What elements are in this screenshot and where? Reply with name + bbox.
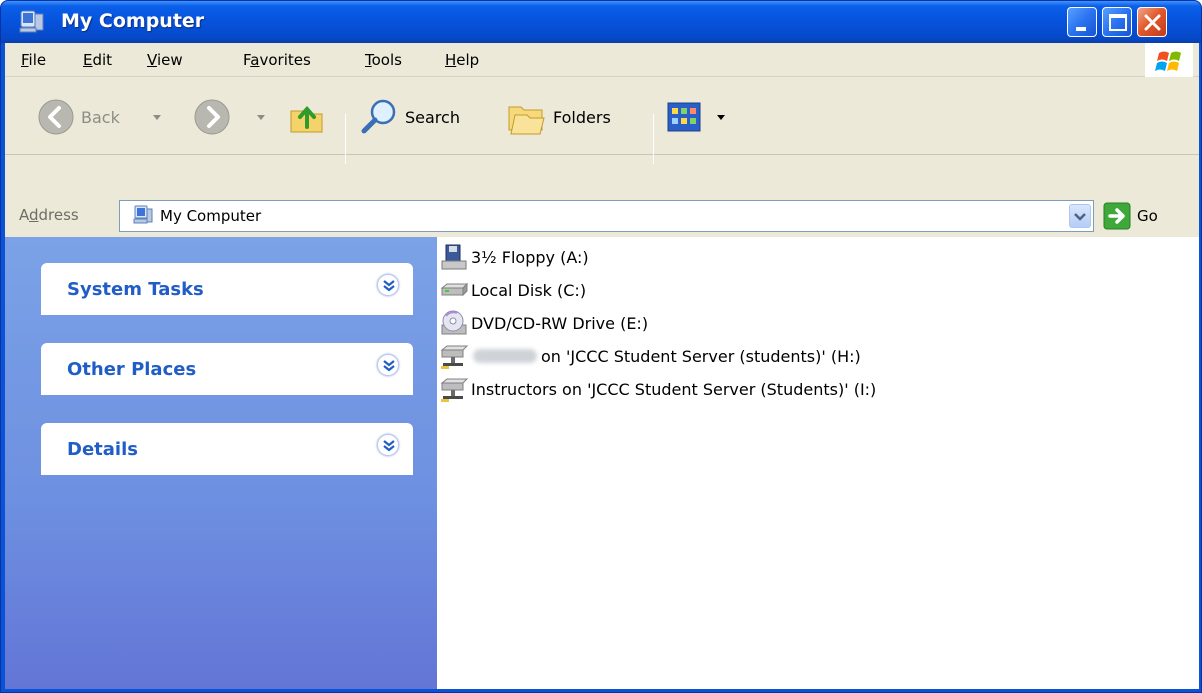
- details-title: Details: [67, 439, 138, 460]
- go-button[interactable]: Go: [1103, 202, 1158, 230]
- menu-favorites-label: vorites: [259, 51, 311, 69]
- forward-button[interactable]: [193, 98, 231, 136]
- drive-name: Local Disk (C:): [471, 280, 587, 300]
- minimize-button[interactable]: [1067, 7, 1097, 37]
- double-chevron-down-icon: [383, 360, 395, 372]
- toolbar-separator: [345, 114, 346, 164]
- back-arrow-icon: [38, 99, 74, 135]
- expand-button[interactable]: [377, 434, 399, 456]
- maximize-icon: [1109, 14, 1127, 31]
- menu-tools-label: ools: [371, 51, 402, 69]
- close-icon: [1144, 14, 1161, 31]
- menu-help-label: elp: [456, 51, 480, 69]
- views-icon: [667, 102, 701, 132]
- standard-buttons: Back Search Folders: [5, 77, 1199, 164]
- list-item[interactable]: 3½ Floppy (A:): [437, 241, 589, 273]
- expand-button[interactable]: [377, 274, 399, 296]
- double-chevron-down-icon: [383, 280, 395, 292]
- drive-name: 3½ Floppy (A:): [471, 247, 589, 267]
- system-tasks-title: System Tasks: [67, 279, 204, 300]
- forward-dropdown-arrow[interactable]: [257, 115, 265, 120]
- file-list: 3½ Floppy (A:) Local Disk (C:) DVD/CD-RW…: [437, 237, 1199, 689]
- forward-arrow-icon: [194, 99, 230, 135]
- address-value: My Computer: [160, 207, 262, 225]
- menu-help-accel: H: [445, 51, 457, 69]
- menu-bar: File Edit View Favorites Tools Help: [5, 43, 1199, 77]
- other-places-title: Other Places: [67, 359, 197, 380]
- task-pane: System Tasks Other Places Details: [5, 237, 437, 689]
- go-label: Go: [1137, 207, 1158, 225]
- title-bar[interactable]: My Computer: [1, 1, 1201, 43]
- go-arrow-icon: [1103, 202, 1131, 230]
- menu-view-accel: V: [147, 51, 157, 69]
- list-item[interactable]: DVD/CD-RW Drive (E:): [437, 307, 648, 339]
- search-button[interactable]: Search: [359, 97, 460, 137]
- system-tasks-panel[interactable]: System Tasks: [41, 263, 413, 315]
- up-folder-button[interactable]: [287, 97, 327, 137]
- folders-label: Folders: [553, 107, 611, 127]
- floppy-drive-icon: [441, 244, 467, 270]
- list-item[interactable]: Local Disk (C:): [437, 274, 586, 306]
- redacted-username: [473, 349, 537, 363]
- minimize-icon: [1076, 27, 1086, 31]
- views-button[interactable]: [667, 102, 701, 132]
- explorer-window: My Computer File Edit View Favorites Too…: [0, 0, 1202, 693]
- drive-name: on 'JCCC Student Server (students)' (H:): [541, 346, 861, 366]
- folders-button[interactable]: Folders: [505, 97, 611, 137]
- address-input[interactable]: My Computer: [119, 200, 1094, 232]
- menu-file-label: ile: [28, 51, 47, 69]
- menu-help[interactable]: Help: [445, 51, 479, 69]
- list-item[interactable]: on 'JCCC Student Server (students)' (H:): [437, 340, 861, 372]
- menu-edit[interactable]: Edit: [83, 51, 112, 69]
- menu-favorites[interactable]: Favorites: [243, 51, 311, 69]
- window-title: My Computer: [61, 10, 205, 32]
- search-label: Search: [405, 107, 460, 127]
- network-drive-icon: [440, 378, 469, 402]
- address-label: Address: [19, 206, 79, 224]
- address-bar: Address My Computer Go: [5, 197, 1199, 237]
- menu-file-accel: F: [21, 51, 29, 69]
- menu-tools-accel: T: [365, 51, 372, 69]
- toolbar: Back Search Folders Address My Computer …: [5, 77, 1199, 237]
- network-drive-icon: [440, 345, 469, 369]
- double-chevron-down-icon: [383, 440, 395, 452]
- menu-view[interactable]: View: [147, 51, 183, 69]
- chevron-down-icon: [1074, 213, 1086, 221]
- list-item[interactable]: Instructors on 'JCCC Student Server (Stu…: [437, 373, 876, 405]
- expand-button[interactable]: [377, 354, 399, 376]
- back-dropdown-arrow[interactable]: [153, 115, 161, 120]
- back-label: Back: [81, 107, 120, 127]
- drive-name: DVD/CD-RW Drive (E:): [471, 313, 649, 333]
- search-icon: [361, 99, 396, 134]
- back-button[interactable]: Back: [37, 98, 120, 136]
- my-computer-icon: [19, 10, 44, 33]
- maximize-button[interactable]: [1102, 7, 1132, 37]
- windows-flag-icon: [1155, 51, 1181, 71]
- windows-logo: [1145, 43, 1193, 77]
- up-folder-icon: [290, 105, 323, 133]
- details-panel[interactable]: Details: [41, 423, 413, 475]
- drive-name: Instructors on 'JCCC Student Server (Stu…: [471, 379, 877, 399]
- address-dropdown-button[interactable]: [1069, 204, 1091, 228]
- menu-edit-label: dit: [92, 51, 113, 69]
- toolbar-separator: [653, 114, 654, 164]
- views-dropdown-arrow[interactable]: [717, 115, 725, 120]
- folders-icon: [508, 106, 545, 135]
- menu-tools[interactable]: Tools: [365, 51, 402, 69]
- close-button[interactable]: [1137, 7, 1167, 37]
- other-places-panel[interactable]: Other Places: [41, 343, 413, 395]
- menu-view-label: iew: [156, 51, 183, 69]
- hard-disk-icon: [440, 282, 469, 297]
- menu-file[interactable]: File: [21, 51, 46, 69]
- my-computer-icon: [133, 205, 153, 224]
- dvd-drive-icon: [441, 310, 467, 335]
